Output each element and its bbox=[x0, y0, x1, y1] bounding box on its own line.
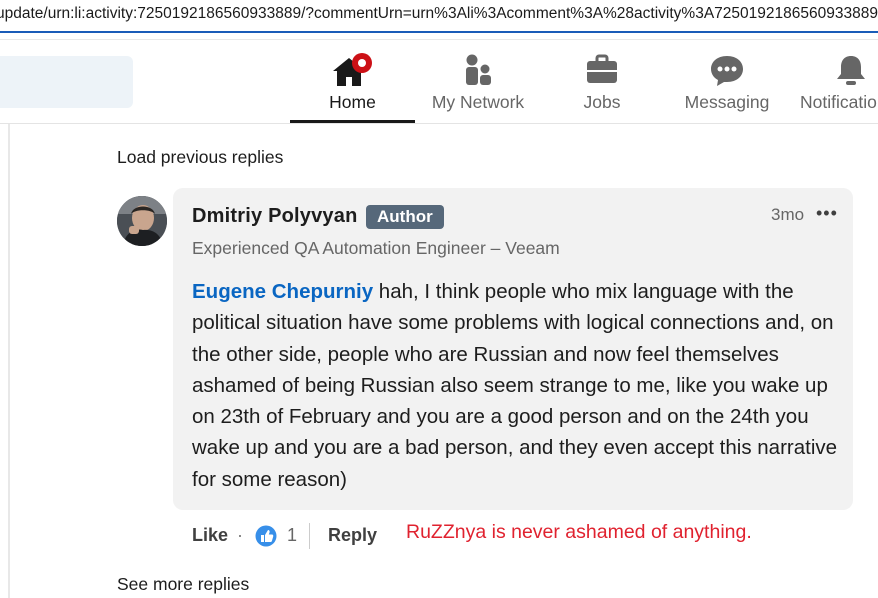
author-badge: Author bbox=[366, 205, 444, 229]
briefcase-icon bbox=[585, 53, 619, 92]
comment-timestamp: 3mo bbox=[771, 205, 805, 224]
nav-item-jobs[interactable]: Jobs bbox=[560, 49, 644, 121]
like-count[interactable]: 1 bbox=[287, 525, 297, 546]
like-button[interactable]: Like bbox=[192, 525, 228, 546]
address-bar[interactable]: update/urn:li:activity:72501921865609338… bbox=[0, 0, 878, 33]
nav-item-notifications[interactable]: Notifications bbox=[797, 49, 878, 121]
search-input[interactable] bbox=[0, 56, 133, 108]
top-navigation: Home My Network Jobs Messaging Notificat… bbox=[0, 35, 878, 124]
nav-label-home: Home bbox=[329, 92, 376, 112]
thumbs-up-icon[interactable] bbox=[255, 525, 277, 552]
comment-text: Eugene Chepurniy hah, I think people who… bbox=[192, 276, 842, 495]
nav-label-my-network: My Network bbox=[431, 92, 525, 112]
red-annotation: RuZZnya is never ashamed of anything. bbox=[406, 521, 752, 543]
author-headline: Experienced QA Automation Engineer – Vee… bbox=[192, 238, 560, 258]
actions-divider bbox=[309, 523, 310, 549]
bell-icon bbox=[834, 53, 868, 92]
url-text: update/urn:li:activity:72501921865609338… bbox=[0, 5, 878, 22]
load-previous-replies-link[interactable]: Load previous replies bbox=[117, 147, 283, 168]
reply-button[interactable]: Reply bbox=[328, 525, 377, 546]
active-tab-indicator bbox=[290, 120, 415, 123]
nav-label-jobs: Jobs bbox=[583, 92, 621, 112]
nav-label-messaging: Messaging bbox=[684, 92, 770, 112]
author-name[interactable]: Dmitriy Polyvyan bbox=[192, 205, 358, 228]
avatar[interactable] bbox=[117, 196, 167, 246]
comment-body: hah, I think people who mix language wit… bbox=[192, 280, 838, 491]
nav-item-home[interactable]: Home bbox=[290, 49, 415, 123]
nav-label-notifications: Notifications bbox=[800, 92, 878, 112]
more-options-icon[interactable]: ••• bbox=[816, 203, 838, 224]
see-more-replies-link[interactable]: See more replies bbox=[117, 574, 249, 595]
mention-link[interactable]: Eugene Chepurniy bbox=[192, 280, 373, 303]
home-icon bbox=[329, 53, 377, 94]
action-separator: · bbox=[237, 525, 243, 545]
thread-gutter bbox=[8, 124, 10, 598]
nav-item-my-network[interactable]: My Network bbox=[418, 49, 538, 121]
people-icon bbox=[461, 53, 495, 92]
nav-divider bbox=[0, 39, 878, 40]
nav-item-messaging[interactable]: Messaging bbox=[675, 49, 779, 121]
chat-icon bbox=[709, 53, 745, 92]
